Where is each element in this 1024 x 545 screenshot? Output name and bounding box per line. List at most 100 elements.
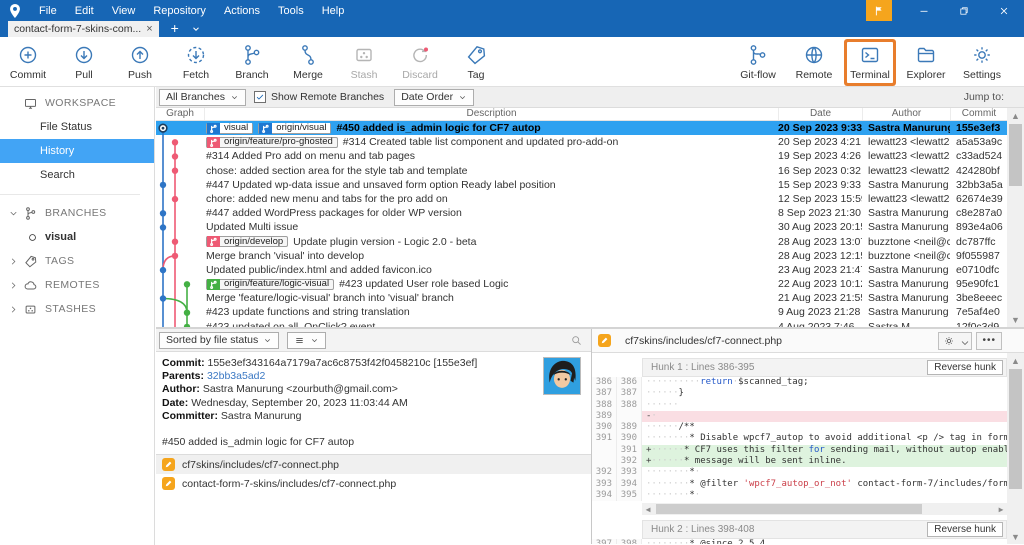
sidebar-section-remotes[interactable]: REMOTES: [0, 273, 154, 297]
tab-close-icon[interactable]: ×: [146, 23, 152, 35]
branch-badge[interactable]: visual: [206, 123, 253, 134]
sort-dropdown[interactable]: Sorted by file status: [159, 332, 279, 349]
reverse-hunk-button[interactable]: Reverse hunk: [927, 522, 1003, 537]
file-row[interactable]: cf7skins/includes/cf7-connect.php: [156, 455, 591, 474]
remote-button[interactable]: Remote: [791, 42, 837, 83]
commit-row[interactable]: Merge 'feature/logic-visual' branch into…: [156, 291, 1007, 305]
commit-row[interactable]: #314 Added Pro add on menu and tab pages…: [156, 149, 1007, 163]
branch-badge[interactable]: origin/feature/pro-ghosted: [206, 137, 338, 148]
new-line-number: 387: [617, 388, 642, 399]
commit-row[interactable]: Merge branch 'visual' into develop28 Aug…: [156, 249, 1007, 263]
show-remote-checkbox-group[interactable]: Show Remote Branches: [254, 91, 384, 103]
scrollbar-thumb[interactable]: [656, 504, 922, 514]
repo-tab[interactable]: contact-form-7-skins-com... ×: [8, 21, 159, 37]
commit-button[interactable]: Commit: [5, 42, 51, 83]
menu-item-edit[interactable]: Edit: [66, 2, 103, 20]
sidebar-section-stashes[interactable]: STASHES: [0, 297, 154, 321]
scroll-left-arrow-icon[interactable]: ◀: [642, 505, 654, 514]
push-button[interactable]: Push: [117, 42, 163, 83]
parent-commit-link[interactable]: 32bb3a5ad2: [207, 370, 265, 382]
branch-badge-icon: [259, 123, 272, 134]
commit-author: Sastra Manurung: [862, 121, 950, 135]
scroll-down-arrow-icon[interactable]: ▼: [1007, 312, 1024, 327]
commit-row[interactable]: origin/developUpdate plugin version - Lo…: [156, 235, 1007, 249]
git-flow-button[interactable]: Git-flow: [735, 42, 781, 83]
new-tab-button[interactable]: +: [167, 20, 183, 37]
fetch-button[interactable]: Fetch: [173, 42, 219, 83]
chevron-right-icon[interactable]: [8, 280, 19, 291]
scroll-right-arrow-icon[interactable]: ▶: [995, 505, 1007, 514]
commit-row[interactable]: #447 added WordPress packages for older …: [156, 206, 1007, 220]
branches-filter-dropdown[interactable]: All Branches: [159, 89, 246, 106]
branch-button[interactable]: Branch: [229, 42, 275, 83]
scroll-down-arrow-icon[interactable]: ▼: [1007, 529, 1024, 544]
menu-item-repository[interactable]: Repository: [144, 2, 215, 20]
diff-horizontal-scrollbar[interactable]: ◀▶: [642, 503, 1007, 515]
scroll-up-arrow-icon[interactable]: ▲: [1007, 108, 1024, 123]
chevron-down-icon[interactable]: [8, 208, 19, 219]
diff-more-button[interactable]: •••: [976, 332, 1002, 350]
tag-button[interactable]: Tag: [453, 42, 499, 83]
jump-to-label[interactable]: Jump to:: [964, 91, 1004, 103]
commit-row[interactable]: #423 update functions and string transla…: [156, 305, 1007, 319]
sidebar-section-tags[interactable]: TAGS: [0, 249, 154, 273]
column-header-description[interactable]: Description: [204, 108, 778, 120]
commit-date: 9 Aug 2023 21:28: [778, 305, 862, 319]
menu-item-view[interactable]: View: [103, 2, 145, 20]
menu-item-help[interactable]: Help: [313, 2, 354, 20]
branch-badge[interactable]: origin/develop: [206, 236, 288, 247]
commit-details-pane: Sorted by file status Commi: [156, 329, 592, 544]
settings-button[interactable]: Settings: [959, 42, 1005, 83]
commit-row[interactable]: #447 Updated wp-data issue and unsaved f…: [156, 178, 1007, 192]
reverse-hunk-button[interactable]: Reverse hunk: [927, 360, 1003, 375]
minimize-button[interactable]: [904, 0, 944, 21]
scrollbar-thumb[interactable]: [1009, 124, 1022, 186]
merge-button[interactable]: Merge: [285, 42, 331, 83]
commit-row[interactable]: origin/feature/logic-visual#423 updated …: [156, 277, 1007, 291]
branch-badge[interactable]: origin/feature/logic-visual: [206, 279, 334, 290]
chevron-right-icon[interactable]: [8, 256, 19, 267]
scrollbar-track[interactable]: [654, 503, 995, 515]
close-button[interactable]: [984, 0, 1024, 21]
pull-button[interactable]: Pull: [61, 42, 107, 83]
diff-scrollbar[interactable]: ▲ ▼: [1007, 353, 1024, 544]
column-header-graph[interactable]: Graph: [156, 108, 204, 120]
column-header-date[interactable]: Date: [778, 108, 862, 120]
explorer-button[interactable]: Explorer: [903, 42, 949, 83]
notification-flag-button[interactable]: [866, 0, 892, 21]
scrollbar-thumb[interactable]: [1009, 369, 1022, 489]
search-icon[interactable]: [570, 334, 583, 347]
sidebar-item-file-status[interactable]: File Status: [0, 115, 154, 139]
commit-row[interactable]: Updated public/index.html and added favi…: [156, 263, 1007, 277]
view-options-dropdown[interactable]: [287, 332, 326, 349]
sidebar-item-search[interactable]: Search: [0, 163, 154, 187]
column-header-author[interactable]: Author: [862, 108, 950, 120]
commit-row[interactable]: origin/feature/pro-ghosted#314 Created t…: [156, 135, 1007, 149]
checkbox-checked-icon[interactable]: [254, 91, 266, 103]
sidebar-item-history[interactable]: History: [0, 139, 154, 163]
tab-list-caret-icon[interactable]: [191, 24, 201, 34]
file-row[interactable]: contact-form-7-skins/includes/cf7-connec…: [156, 474, 591, 493]
maximize-button[interactable]: [944, 0, 984, 21]
terminal-button[interactable]: Terminal: [847, 42, 893, 83]
commit-list-scrollbar[interactable]: ▲ ▼: [1007, 108, 1024, 327]
scroll-up-arrow-icon[interactable]: ▲: [1007, 353, 1024, 368]
branch-badge[interactable]: origin/visual: [258, 123, 331, 134]
chevron-right-icon[interactable]: [8, 304, 19, 315]
menu-item-file[interactable]: File: [30, 2, 66, 20]
menu-item-tools[interactable]: Tools: [269, 2, 313, 20]
commit-row[interactable]: chore: added new menu and tabs for the p…: [156, 192, 1007, 206]
commit-row[interactable]: #423 updated on all, OnClick? event4 Aug…: [156, 320, 1007, 327]
commit-description: Updated public/index.html and added favi…: [204, 263, 778, 277]
sidebar-item-visual[interactable]: visual: [0, 225, 154, 249]
diff-options-button[interactable]: [938, 332, 972, 350]
commit-row[interactable]: chose: added section area for the style …: [156, 164, 1007, 178]
menu-item-actions[interactable]: Actions: [215, 2, 269, 20]
order-dropdown[interactable]: Date Order: [394, 89, 474, 106]
commit-hash: 95e90fc1: [950, 277, 1007, 291]
commit-row[interactable]: visualorigin/visual#450 added is_admin l…: [156, 121, 1007, 135]
sidebar-section-branches[interactable]: BRANCHES: [0, 201, 154, 225]
column-header-commit[interactable]: Commit: [950, 108, 1007, 120]
commit-author: Sastra Manurung <: [862, 206, 950, 220]
commit-row[interactable]: Updated Multi issue30 Aug 2023 20:15Sast…: [156, 220, 1007, 234]
